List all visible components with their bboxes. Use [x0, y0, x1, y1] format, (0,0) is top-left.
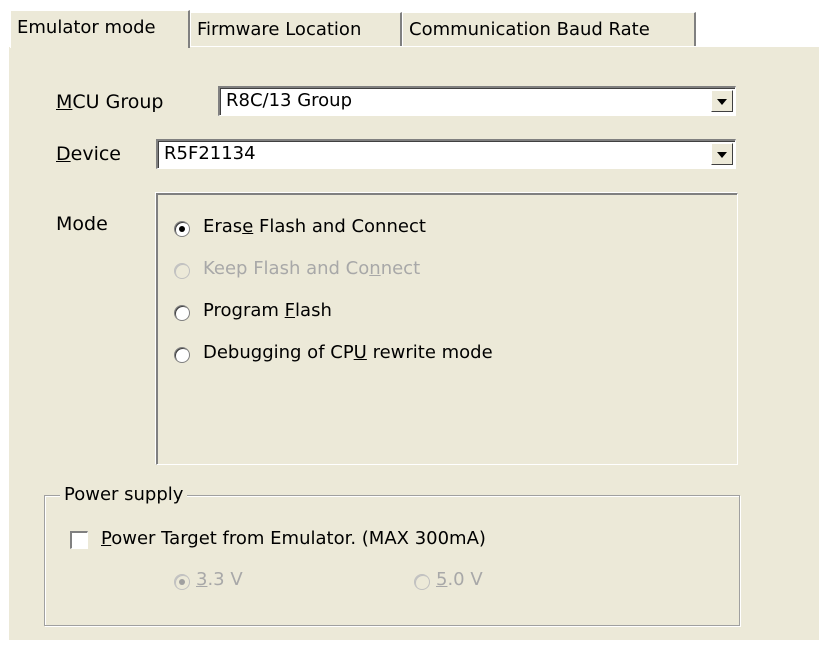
radio-label-program-flash[interactable]: Program Flash — [203, 300, 332, 321]
device-label: Device — [56, 143, 121, 165]
radio-keep-flash — [174, 263, 190, 279]
radio-dot — [179, 226, 185, 232]
device-select[interactable]: R5F21134 — [156, 139, 736, 169]
power-target-checkbox[interactable] — [70, 531, 88, 549]
radio-label-keep-flash: Keep Flash and Connect — [203, 258, 421, 279]
tab-firmware-location[interactable]: Firmware Location — [190, 12, 402, 46]
device-value: R5F21134 — [164, 143, 256, 164]
chevron-down-icon[interactable] — [711, 90, 733, 112]
mcu-group-value: R8C/13 Group — [226, 90, 353, 111]
radio-debug-cpu-rewrite[interactable] — [174, 347, 190, 363]
radio-label-debug-cpu-rewrite[interactable]: Debugging of CPU rewrite mode — [203, 342, 493, 363]
radio-label-erase-flash[interactable]: Erase Flash and Connect — [203, 216, 426, 237]
power-supply-group — [44, 495, 740, 626]
radio-3-3v — [174, 574, 190, 590]
power-supply-title: Power supply — [60, 484, 188, 505]
radio-label-5-0v: 5.0 V — [436, 569, 483, 590]
tab-communication-baud-rate[interactable]: Communication Baud Rate — [402, 12, 696, 46]
radio-erase-flash[interactable] — [174, 221, 190, 237]
mode-label: Mode — [56, 213, 108, 235]
tab-emulator-mode[interactable]: Emulator mode — [10, 10, 190, 48]
tab-label: Firmware Location — [197, 19, 362, 40]
chevron-down-icon[interactable] — [711, 143, 733, 165]
emulator-mode-panel: MCU Group R8C/13 Group Device R5F21134 M… — [8, 46, 819, 640]
power-target-label[interactable]: Power Target from Emulator. (MAX 300mA) — [101, 528, 486, 549]
tab-label: Emulator mode — [17, 17, 156, 38]
radio-5-0v — [414, 574, 430, 590]
mcu-group-label: MCU Group — [56, 91, 164, 113]
mcu-group-select[interactable]: R8C/13 Group — [218, 86, 736, 116]
tab-label: Communication Baud Rate — [409, 19, 650, 40]
radio-label-3-3v: 3.3 V — [196, 569, 243, 590]
radio-program-flash[interactable] — [174, 305, 190, 321]
radio-dot — [179, 579, 185, 585]
